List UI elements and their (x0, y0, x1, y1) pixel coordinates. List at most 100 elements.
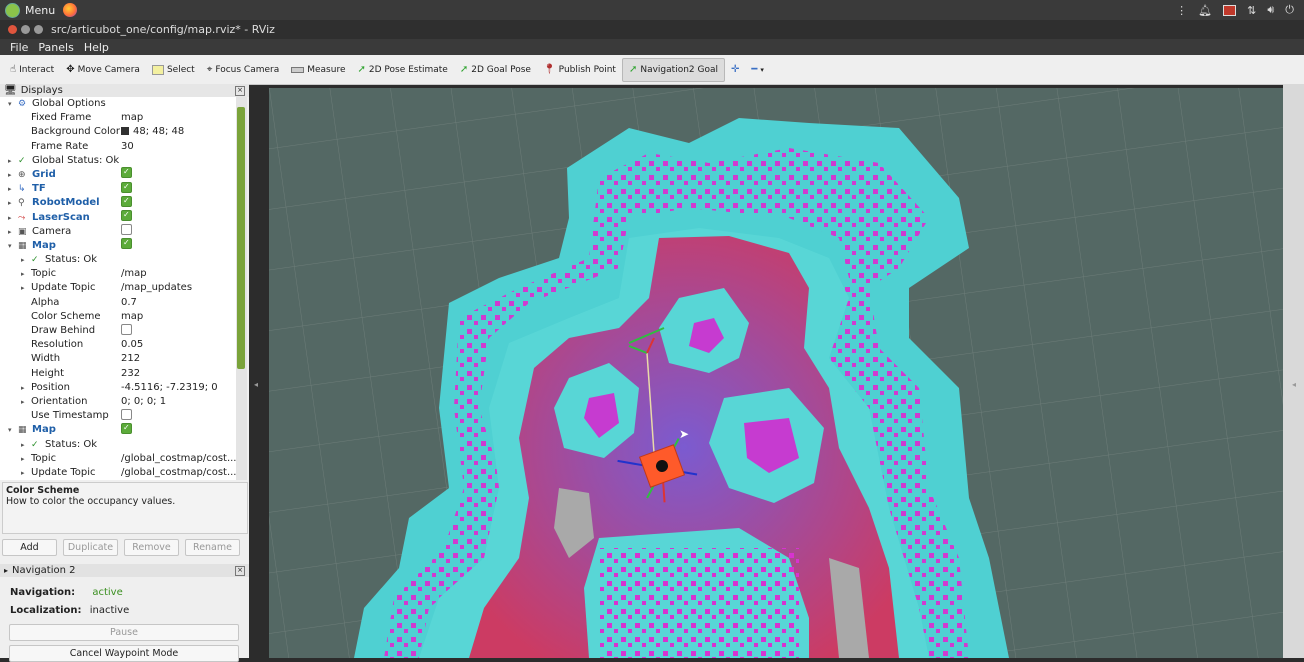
tree-expand-arrow-icon[interactable]: ▸ (21, 466, 25, 480)
display-enable-checkbox[interactable] (121, 224, 132, 236)
notifications-icon[interactable]: 🔔︎ (1198, 4, 1212, 17)
tree-expand-arrow-icon[interactable]: ▸ (8, 211, 12, 225)
display-tree-value[interactable]: map (121, 310, 143, 324)
render-viewport[interactable]: ➤ (269, 88, 1283, 658)
display-tree-value[interactable]: /global_costmap/cost... (121, 466, 236, 480)
menu-help[interactable]: Help (84, 41, 109, 54)
tree-expand-arrow-icon[interactable]: ▾ (8, 239, 12, 253)
menu-file[interactable]: File (10, 41, 28, 54)
display-tree-row[interactable]: ▸ Position -4.5116; -7.2319; 0 (0, 381, 236, 395)
focus-camera-tool[interactable]: ⌖ Focus Camera (201, 59, 286, 81)
screen-recorder-icon[interactable] (1223, 4, 1237, 16)
display-tree-row[interactable]: Height 232 (0, 367, 236, 381)
display-tree-value[interactable]: 212 (121, 352, 140, 366)
tree-expand-arrow-icon[interactable]: ▸ (8, 154, 12, 168)
collapse-right-arrow-icon[interactable]: ◂ (1292, 380, 1296, 389)
display-tree-row[interactable]: ▸ ⤳ LaserScan (0, 208, 236, 225)
power-icon[interactable]: ⏻ (1285, 3, 1294, 17)
tree-expand-arrow-icon[interactable]: ▸ (21, 452, 25, 466)
display-tree-row[interactable]: ▸ ⚲ RobotModel (0, 194, 236, 210)
collapse-left-arrow-icon[interactable]: ◂ (254, 380, 258, 389)
display-tree-row[interactable]: ▸ Update Topic/global_costmap/cost... (0, 466, 236, 480)
display-tree-value[interactable]: 30 (121, 140, 134, 154)
display-tree-row[interactable]: ▸ ⊕ Grid (0, 165, 236, 182)
tray-dots-icon[interactable]: ⋮ (1176, 4, 1187, 17)
cancel-waypoint-mode-button[interactable]: Cancel Waypoint Mode (9, 645, 239, 662)
display-tree-row[interactable]: Use Timestamp (0, 408, 236, 423)
display-tree-row[interactable]: Alpha 0.7 (0, 296, 236, 310)
display-tree-value[interactable]: 0.05 (121, 338, 143, 352)
display-tree-row[interactable]: ▸ Topic/global_costmap/cost... (0, 452, 236, 466)
window-close-button[interactable] (8, 25, 17, 34)
add-tool-button[interactable]: ✛ (725, 59, 745, 81)
add-button[interactable]: Add (2, 539, 57, 556)
display-enable-checkbox[interactable] (121, 180, 132, 194)
tree-expand-arrow-icon[interactable]: ▾ (8, 423, 12, 437)
display-tree-value[interactable]: 48; 48; 48 (121, 125, 184, 139)
display-enable-checkbox[interactable] (121, 408, 132, 420)
publish-point-tool[interactable]: 📍︎ Publish Point (537, 59, 622, 81)
select-tool[interactable]: Select (146, 59, 201, 81)
duplicate-button[interactable]: Duplicate (63, 539, 118, 556)
window-minimize-button[interactable] (21, 25, 30, 34)
tree-expand-arrow-icon[interactable]: ▸ (21, 381, 25, 395)
scrollbar-thumb[interactable] (237, 107, 245, 369)
tree-expand-arrow-icon[interactable]: ▸ (21, 267, 25, 281)
display-tree-row[interactable]: Color Scheme map (0, 310, 236, 324)
tree-expand-arrow-icon[interactable]: ▸ (8, 182, 12, 196)
display-tree-value[interactable] (121, 421, 132, 437)
display-tree-value[interactable]: 0; 0; 0; 1 (121, 395, 166, 409)
display-tree-row[interactable]: ▾ ▦ Map (0, 421, 236, 437)
display-tree-value[interactable] (121, 208, 132, 225)
display-tree-row[interactable]: Fixed Frame map (0, 111, 236, 125)
display-tree-value[interactable]: /map (121, 267, 147, 281)
display-tree-value[interactable] (121, 323, 132, 338)
pause-button[interactable]: Pause (9, 624, 239, 641)
tree-expand-arrow-icon[interactable]: ▸ (8, 196, 12, 210)
display-enable-checkbox[interactable] (121, 236, 132, 251)
volume-icon[interactable]: 🔊︎ (1267, 3, 1274, 17)
tree-expand-arrow-icon[interactable]: ▸ (21, 438, 25, 452)
display-tree-value[interactable]: /global_costmap/cost... (121, 452, 236, 466)
displays-scrollbar[interactable] (236, 97, 247, 480)
close-icon[interactable]: × (235, 565, 245, 576)
measure-tool[interactable]: Measure (285, 59, 351, 81)
move-camera-tool[interactable]: ✥ Move Camera (60, 59, 146, 81)
display-tree-row[interactable]: Width 212 (0, 352, 236, 366)
tree-expand-arrow-icon[interactable]: ▸ (21, 253, 25, 267)
close-icon[interactable]: × (235, 85, 245, 96)
display-tree-value[interactable]: 232 (121, 367, 140, 381)
display-enable-checkbox[interactable] (121, 194, 132, 208)
display-tree-value[interactable]: -4.5116; -7.2319; 0 (121, 381, 218, 395)
tree-expand-arrow-icon[interactable]: ▸ (21, 281, 25, 295)
display-tree-value[interactable]: /map_updates (121, 281, 192, 295)
rename-button[interactable]: Rename (185, 539, 240, 556)
window-maximize-button[interactable] (34, 25, 43, 34)
display-tree-row[interactable]: Background Color 48; 48; 48 (0, 125, 236, 139)
display-tree-value[interactable]: map (121, 111, 143, 125)
display-tree-row[interactable]: ▾ ⚙ Global Options (0, 97, 236, 111)
firefox-icon[interactable] (63, 3, 78, 17)
display-tree-row[interactable]: ▸ Update Topic/map_updates (0, 281, 236, 295)
tree-expand-arrow-icon[interactable]: ▾ (8, 97, 12, 111)
color-swatch[interactable] (121, 127, 129, 136)
display-tree-row[interactable]: Resolution 0.05 (0, 338, 236, 352)
display-tree-row[interactable]: ▸ ▣ Camera (0, 224, 236, 239)
display-tree-row[interactable]: ▸ ✓ Global Status: Ok (0, 154, 236, 168)
tree-expand-arrow-icon[interactable]: ▸ (8, 168, 12, 182)
displays-tree[interactable]: ▾ ⚙ Global Options Fixed Frame map Background… (0, 97, 236, 480)
pose-estimate-tool[interactable]: ➚ 2D Pose Estimate (351, 59, 453, 81)
display-tree-row[interactable]: Draw Behind (0, 323, 236, 338)
interact-tool[interactable]: ☝ Interact (0, 59, 60, 81)
display-tree-value[interactable]: 0.7 (121, 296, 137, 310)
display-tree-row[interactable]: ▸ ✓ Status: Ok (0, 253, 236, 267)
remove-tool-button[interactable]: ━ ▾ (745, 59, 770, 81)
display-tree-row[interactable]: ▸ ✓ Status: Ok (0, 438, 236, 452)
display-tree-row[interactable]: ▸ ↳ TF (0, 180, 236, 196)
display-tree-row[interactable]: ▸ Topic/map (0, 267, 236, 281)
display-tree-row[interactable]: ▾ ▦ Map (0, 236, 236, 253)
display-enable-checkbox[interactable] (121, 421, 132, 435)
tree-expand-arrow-icon[interactable]: ▸ (8, 225, 12, 239)
network-icon[interactable]: ⇅ (1247, 4, 1256, 17)
display-tree-row[interactable]: Frame Rate 30 (0, 140, 236, 154)
